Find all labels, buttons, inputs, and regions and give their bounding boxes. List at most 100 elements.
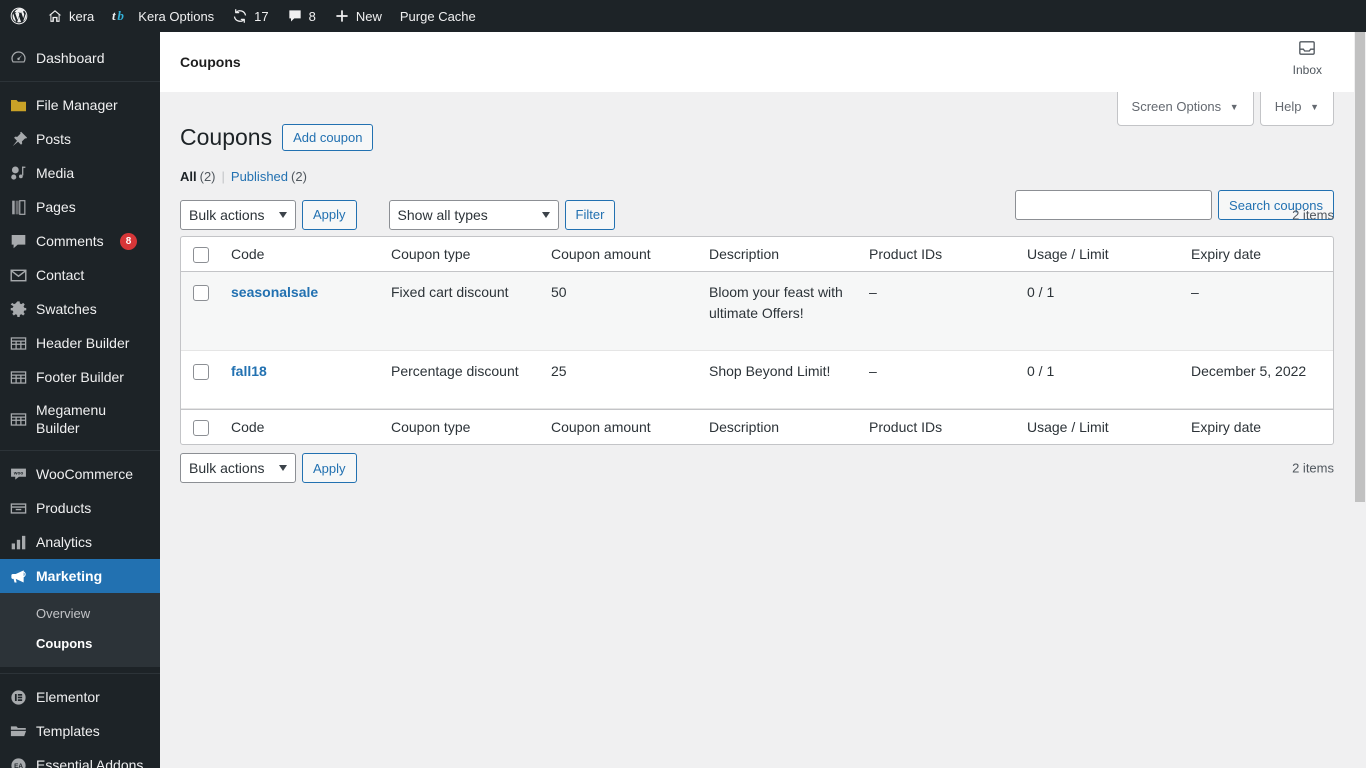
coupon-code-link[interactable]: fall18	[231, 363, 267, 379]
column-footer-usage-limit: Usage / Limit	[1017, 409, 1181, 444]
essential-addons-icon: EA	[0, 756, 36, 768]
sidebar-item-label: Contact	[36, 267, 85, 283]
bulk-actions-select-top[interactable]: Bulk actions	[180, 199, 296, 230]
column-header-coupon-amount: Coupon amount	[541, 237, 699, 273]
admin-sidebar-menu: Dashboard File Manager Posts Media Pages…	[0, 32, 160, 768]
sidebar-item-templates[interactable]: Templates	[0, 714, 160, 748]
sidebar-submenu-marketing: Overview Coupons	[0, 593, 160, 667]
row-checkbox[interactable]	[193, 285, 209, 302]
sidebar-item-swatches[interactable]: Swatches	[0, 292, 160, 326]
cell-coupon-amount: 50	[541, 272, 699, 352]
sidebar-item-label: Essential Addons	[36, 757, 144, 768]
status-filter-published-label[interactable]: Published	[231, 169, 288, 184]
chevron-down-icon	[279, 211, 287, 218]
filter-button[interactable]: Filter	[564, 199, 616, 230]
status-filter-published-count: (2)	[291, 168, 307, 184]
layout-icon	[0, 368, 36, 387]
column-footer-code[interactable]: Code	[221, 409, 381, 444]
column-header-code[interactable]: Code	[221, 237, 381, 273]
sidebar-item-label: Dashboard	[36, 50, 105, 66]
sidebar-item-label: Pages	[36, 199, 76, 215]
sidebar-item-analytics[interactable]: Analytics	[0, 525, 160, 559]
sidebar-item-products[interactable]: Products	[0, 491, 160, 525]
sidebar-item-woocommerce[interactable]: woo WooCommerce	[0, 457, 160, 491]
help-label: Help	[1274, 99, 1302, 114]
sidebar-item-posts[interactable]: Posts	[0, 122, 160, 156]
row-select-cell	[181, 272, 221, 352]
page-scrollbar-thumb[interactable]	[1355, 32, 1365, 502]
adminbar-new-content[interactable]: New	[325, 0, 391, 32]
adminbar-comments[interactable]: 8	[278, 0, 325, 32]
sidebar-item-label: Swatches	[36, 301, 97, 317]
layout-icon	[0, 410, 36, 429]
sidebar-item-media[interactable]: Media	[0, 156, 160, 190]
coupon-code-link[interactable]: seasonalsale	[231, 284, 318, 300]
sidebar-item-overview[interactable]: Overview	[0, 599, 160, 629]
bulk-actions-select-bottom[interactable]: Bulk actions	[180, 453, 296, 484]
screen-options-button[interactable]: Screen Options ▼	[1116, 92, 1254, 126]
sidebar-item-elementor[interactable]: Elementor	[0, 680, 160, 714]
sidebar-item-header-builder[interactable]: Header Builder	[0, 326, 160, 360]
status-filter-all-label[interactable]: All	[180, 169, 197, 184]
sidebar-item-pages[interactable]: Pages	[0, 190, 160, 224]
status-filter-published[interactable]: Published (2)	[231, 169, 307, 184]
sidebar-divider	[0, 673, 160, 674]
coupons-page-wrap: Coupons Add coupon All (2) | Published (…	[160, 92, 1354, 484]
screen-options-label: Screen Options	[1131, 99, 1222, 114]
table-row: seasonalsale Fixed cart discount 50 Bloo…	[181, 272, 1333, 352]
cell-description: Bloom your feast with ultimate Offers!	[699, 272, 859, 352]
adminbar-wordpress-logo[interactable]	[0, 0, 38, 32]
sidebar-item-megamenu-builder[interactable]: Megamenu Builder	[0, 394, 160, 444]
elementor-icon	[0, 688, 36, 707]
adminbar-comments-count: 8	[308, 8, 316, 24]
coupon-type-filter-select[interactable]: Show all types	[388, 199, 559, 230]
bulk-actions-label: Bulk actions	[189, 206, 265, 223]
comment-icon	[0, 232, 36, 251]
submenu-item-label: Overview	[36, 606, 91, 621]
wordpress-logo-icon	[9, 6, 29, 26]
column-footer-description: Description	[699, 409, 859, 444]
sidebar-item-marketing[interactable]: Marketing	[0, 559, 160, 593]
page-header-title: Coupons	[180, 53, 241, 70]
adminbar-new-label: New	[355, 8, 382, 24]
sidebar-item-label: Header Builder	[36, 335, 130, 351]
comment-icon	[287, 8, 303, 24]
sidebar-item-contact[interactable]: Contact	[0, 258, 160, 292]
sidebar-item-comments[interactable]: Comments 8	[0, 224, 160, 258]
inbox-button[interactable]: Inbox	[1293, 38, 1322, 77]
sidebar-item-footer-builder[interactable]: Footer Builder	[0, 360, 160, 394]
cell-coupon-amount: 25	[541, 351, 699, 410]
status-filter-all[interactable]: All (2)	[180, 169, 216, 184]
layout-icon	[0, 334, 36, 353]
add-coupon-button[interactable]: Add coupon	[282, 123, 374, 151]
sidebar-item-dashboard[interactable]: Dashboard	[0, 41, 160, 75]
submenu-item-label: Coupons	[36, 636, 93, 651]
help-button[interactable]: Help ▼	[1259, 92, 1334, 126]
sidebar-item-coupons[interactable]: Coupons	[0, 629, 160, 659]
select-all-checkbox-bottom[interactable]	[193, 420, 209, 437]
table-footer-row: Code Coupon type Coupon amount Descripti…	[181, 409, 1333, 444]
svg-text:b: b	[118, 8, 125, 23]
column-footer-expiry-date[interactable]: Expiry date	[1181, 409, 1333, 444]
chevron-down-icon	[279, 465, 287, 472]
adminbar-purge-cache[interactable]: Purge Cache	[391, 0, 485, 32]
row-checkbox[interactable]	[193, 364, 209, 381]
sidebar-item-label: Products	[36, 500, 92, 516]
adminbar-kera-options[interactable]: t b Kera Options	[103, 0, 223, 32]
column-footer-coupon-type: Coupon type	[381, 409, 541, 444]
select-all-checkbox-top[interactable]	[193, 247, 209, 264]
coupons-table-body: seasonalsale Fixed cart discount 50 Bloo…	[181, 272, 1333, 410]
adminbar-updates[interactable]: 17	[223, 0, 277, 32]
sidebar-divider	[0, 81, 160, 82]
sidebar-item-essential-addons[interactable]: EA Essential Addons	[0, 748, 160, 768]
sidebar-item-file-manager[interactable]: File Manager	[0, 88, 160, 122]
apply-button-bottom[interactable]: Apply	[302, 453, 357, 484]
apply-button-top[interactable]: Apply	[302, 199, 357, 230]
column-header-expiry-date[interactable]: Expiry date	[1181, 237, 1333, 273]
megaphone-icon	[0, 567, 36, 586]
page-scrollbar-track[interactable]	[1354, 32, 1366, 768]
cell-usage-limit: 0 / 1	[1017, 272, 1181, 352]
adminbar-site-name[interactable]: kera	[38, 0, 103, 32]
column-header-product-ids: Product IDs	[859, 237, 1017, 273]
cell-product-ids: –	[859, 351, 1017, 410]
